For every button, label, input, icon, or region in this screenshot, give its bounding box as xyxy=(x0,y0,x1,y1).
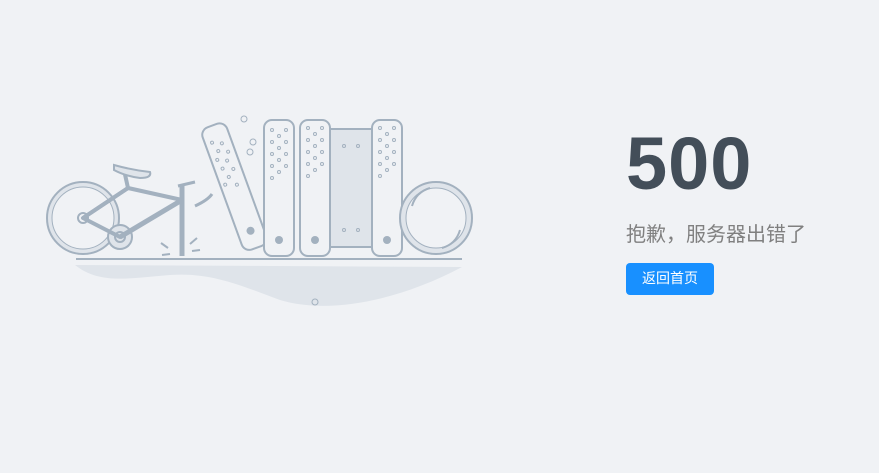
book-2 xyxy=(263,119,295,257)
book-5 xyxy=(371,119,403,257)
error-illustration xyxy=(40,110,480,320)
book-box xyxy=(329,128,375,248)
ground-shadow xyxy=(75,265,462,306)
bicycle-books-illustration xyxy=(46,115,473,306)
leaning-book xyxy=(201,122,268,251)
bicycle-icon xyxy=(46,163,214,256)
back-home-button[interactable]: 返回首页 xyxy=(626,263,714,295)
book-3 xyxy=(299,119,331,257)
error-page: 500 抱歉，服务器出错了 返回首页 xyxy=(0,0,879,473)
error-description: 抱歉，服务器出错了 xyxy=(626,222,806,246)
error-code: 500 xyxy=(626,122,753,205)
error-content: 500 抱歉，服务器出错了 返回首页 xyxy=(626,122,866,295)
front-wheel-icon xyxy=(399,181,473,255)
